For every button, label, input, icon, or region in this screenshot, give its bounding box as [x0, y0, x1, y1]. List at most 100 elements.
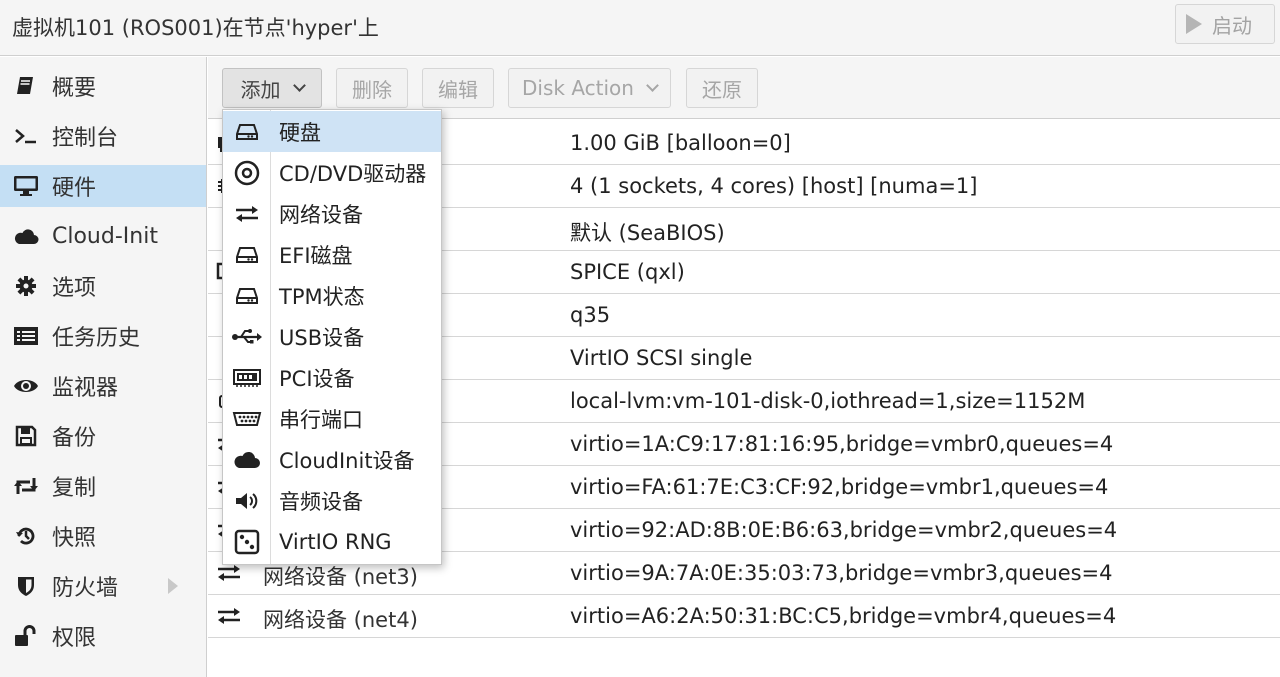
row-value: 1.00 GiB [balloon=0]	[570, 131, 791, 155]
sidebar-item-label: 控制台	[52, 126, 119, 151]
menu-item-virtio-rng[interactable]: VirtIO RNG	[223, 521, 441, 562]
book-icon	[0, 75, 52, 97]
sidebar-item-task-history[interactable]: 任务历史	[0, 315, 206, 357]
serial-port-icon	[223, 411, 270, 427]
menu-item-label: 音频设备	[279, 489, 363, 514]
menu-item-label: CloudInit设备	[279, 448, 415, 473]
row-value: q35	[570, 303, 611, 327]
sidebar-item-label: 备份	[52, 426, 97, 451]
menu-item-cd-dvd[interactable]: CD/DVD驱动器	[223, 152, 441, 193]
row-value: virtio=A6:2A:50:31:BC:C5,bridge=vmbr4,qu…	[570, 604, 1117, 628]
edit-button[interactable]: 编辑	[422, 68, 494, 108]
menu-item-network-device[interactable]: 网络设备	[223, 193, 441, 234]
sidebar-item-cloud-init[interactable]: Cloud-Init	[0, 215, 206, 257]
disk-action-label: Disk Action	[522, 76, 634, 100]
menu-item-label: CD/DVD驱动器	[279, 161, 427, 186]
menu-item-pci-device[interactable]: PCI设备	[223, 357, 441, 398]
sidebar-item-console[interactable]: 控制台	[0, 115, 206, 157]
sidebar-item-backup[interactable]: 备份	[0, 415, 206, 457]
add-dropdown-menu: 硬盘 CD/DVD驱动器 网络设备 EFI磁盘 TPM状态 USB设备 PCI设…	[222, 109, 442, 565]
cloud-icon	[223, 450, 270, 470]
title-bar: 虚拟机101 (ROS001)在节点'hyper'上 启动	[0, 0, 1280, 56]
sidebar-item-label: 权限	[52, 626, 97, 651]
add-button-label: 添加	[240, 77, 281, 102]
sidebar-item-label: 复制	[52, 476, 97, 501]
row-value: SPICE (qxl)	[570, 260, 685, 284]
delete-button-label: 删除	[352, 77, 392, 102]
start-button[interactable]: 启动	[1175, 4, 1275, 44]
row-value: 默认 (SeaBIOS)	[570, 221, 725, 245]
row-name: 网络设备 (net4)	[263, 608, 418, 632]
menu-item-label: VirtIO RNG	[279, 529, 392, 554]
delete-button[interactable]: 删除	[336, 68, 408, 108]
eye-icon	[0, 377, 52, 395]
row-value: VirtIO SCSI single	[570, 346, 753, 370]
cloud-icon	[0, 226, 52, 246]
menu-item-tpm-state[interactable]: TPM状态	[223, 275, 441, 316]
sidebar-item-monitor[interactable]: 监视器	[0, 365, 206, 407]
row-value: virtio=9A:7A:0E:35:03:73,bridge=vmbr3,qu…	[570, 561, 1113, 585]
gear-icon	[0, 275, 52, 297]
sidebar-item-label: 任务历史	[52, 326, 141, 351]
menu-item-hard-disk[interactable]: 硬盘	[223, 111, 441, 152]
sidebar-item-replication[interactable]: 复制	[0, 465, 206, 507]
sidebar-item-label: 快照	[52, 526, 97, 551]
menu-item-label: USB设备	[279, 325, 365, 350]
sidebar-item-label: 概要	[52, 76, 97, 101]
harddisk-icon	[223, 245, 270, 265]
list-icon	[0, 326, 52, 346]
menu-item-serial-port[interactable]: 串行端口	[223, 398, 441, 439]
volume-icon	[223, 490, 270, 512]
sidebar-item-label: 选项	[52, 276, 97, 301]
pci-card-icon	[223, 367, 270, 389]
window-title: 虚拟机101 (ROS001)在节点'hyper'上	[12, 16, 379, 40]
network-icon	[216, 605, 240, 627]
menu-item-efi-disk[interactable]: EFI磁盘	[223, 234, 441, 275]
revert-button-label: 还原	[702, 77, 742, 102]
play-icon	[1186, 14, 1202, 34]
network-icon	[223, 203, 270, 225]
row-value: virtio=FA:61:7E:C3:CF:92,bridge=vmbr1,qu…	[570, 475, 1109, 499]
add-button[interactable]: 添加	[222, 68, 322, 108]
sidebar-item-hardware[interactable]: 硬件	[0, 165, 206, 207]
chevron-down-icon	[292, 79, 306, 92]
terminal-icon	[0, 126, 52, 146]
history-icon	[0, 525, 52, 547]
revert-button[interactable]: 还原	[686, 68, 758, 108]
menu-item-label: 硬盘	[279, 120, 321, 145]
menu-item-label: 串行端口	[279, 407, 363, 432]
menu-item-usb-device[interactable]: USB设备	[223, 316, 441, 357]
row-value: virtio=92:AD:8B:0E:B6:63,bridge=vmbr2,qu…	[570, 518, 1118, 542]
sidebar-item-label: Cloud-Init	[52, 223, 158, 249]
expand-arrow-icon[interactable]	[168, 578, 178, 594]
retweet-icon	[0, 476, 52, 496]
sidebar-item-firewall[interactable]: 防火墙	[0, 565, 206, 607]
dice-icon	[223, 529, 270, 555]
row-value: 4 (1 sockets, 4 cores) [host] [numa=1]	[570, 174, 978, 198]
sidebar-item-options[interactable]: 选项	[0, 265, 206, 307]
shield-icon	[0, 575, 52, 597]
menu-item-audio-device[interactable]: 音频设备	[223, 480, 441, 521]
menu-item-label: 网络设备	[279, 202, 363, 227]
sidebar-item-label: 防火墙	[52, 576, 119, 601]
start-button-label: 启动	[1212, 13, 1252, 38]
sidebar-item-summary[interactable]: 概要	[0, 65, 206, 107]
harddisk-icon	[223, 122, 270, 142]
usb-icon	[223, 326, 270, 348]
floppy-icon	[0, 425, 52, 447]
menu-item-label: PCI设备	[279, 366, 355, 391]
sidebar-item-snapshots[interactable]: 快照	[0, 515, 206, 557]
row-name: 网络设备 (net3)	[263, 565, 418, 589]
menu-item-label: TPM状态	[279, 284, 365, 309]
network-icon	[216, 562, 240, 584]
row-value: virtio=1A:C9:17:81:16:95,bridge=vmbr0,qu…	[570, 432, 1114, 456]
sidebar-item-label: 监视器	[52, 376, 119, 401]
table-row[interactable]: 网络设备 (net4) virtio=A6:2A:50:31:BC:C5,bri…	[208, 595, 1280, 638]
sidebar-item-permissions[interactable]: 权限	[0, 615, 206, 657]
chevron-down-icon	[646, 79, 659, 92]
disk-action-button[interactable]: Disk Action	[508, 68, 671, 108]
row-value: local-lvm:vm-101-disk-0,iothread=1,size=…	[570, 389, 1086, 413]
cdrom-icon	[223, 160, 270, 186]
harddisk-icon	[223, 286, 270, 306]
menu-item-cloudinit-device[interactable]: CloudInit设备	[223, 439, 441, 480]
